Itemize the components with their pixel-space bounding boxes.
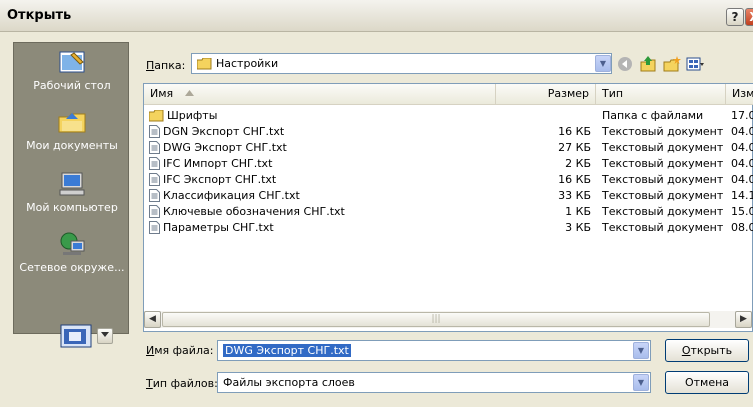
file-name-cell: Ключевые обозначения СНГ.txt [149,204,345,220]
filename-dropdown-button[interactable]: ▼ [633,342,649,359]
file-type-cell: Текстовый документ [602,141,724,154]
lookin-label: Папка: [146,59,186,72]
filename-label: Имя файла: [146,344,214,357]
file-type-cell: Папка с файлами [602,109,704,122]
place-network[interactable]: Сетевое окруже... [14,231,130,274]
text-file-icon [149,173,160,186]
file-size-cell: 3 КБ [565,221,591,234]
filetype-value: Файлы экспорта слоев [223,376,355,389]
text-file-icon [149,205,160,218]
lookin-value: Настройки [216,57,279,70]
column-header-date[interactable]: Изм [726,84,753,104]
file-name-cell: IFC Экспорт СНГ.txt [149,172,276,188]
new-folder-icon[interactable] [663,56,681,72]
file-size-cell: 16 КБ [558,173,591,186]
file-type-cell: Текстовый документ [602,221,724,234]
folder-shortcut-icon[interactable] [60,323,92,349]
folder-icon [149,110,164,122]
filename-value: DWG Экспорт СНГ.txt [223,344,351,357]
place-desktop[interactable]: Рабочий стол [14,49,130,92]
text-file-icon [149,141,160,154]
view-menu-icon[interactable] [686,56,704,72]
file-row[interactable]: DGN Экспорт СНГ.txt 16 КБ Текстовый докуме… [144,124,753,140]
desktop-icon [59,51,85,73]
file-size-cell: 2 КБ [565,157,591,170]
place-label: Мои документы [26,139,118,152]
filetype-dropdown-button[interactable]: ▼ [633,374,649,391]
file-row[interactable]: Классификация СНГ.txt 33 КБ Текстовый доку… [144,188,753,204]
file-date-cell: 04.0 [731,141,753,154]
place-label: Сетевое окруже... [19,261,125,274]
file-type-cell: Текстовый документ [602,173,724,186]
file-name-cell: Классификация СНГ.txt [149,188,300,204]
file-name-cell: Параметры СНГ.txt [149,220,274,236]
file-row[interactable]: Ключевые обозначения СНГ.txt 1 КБ Текстовы… [144,204,753,220]
text-file-icon [149,189,160,202]
file-date-cell: 17.0 [731,109,753,122]
folder-icon [197,58,212,70]
chevron-down-icon [101,332,109,337]
file-name-cell: DGN Экспорт СНГ.txt [149,124,284,140]
scroll-left-button[interactable]: ◀ [144,311,161,328]
file-size-cell: 33 КБ [558,189,591,202]
text-file-icon [149,221,160,234]
lookin-combo[interactable]: Настройки [191,53,612,74]
help-button[interactable]: ? [726,8,744,26]
horizontal-scrollbar[interactable]: ◀ ||| ▶ [144,311,752,328]
place-my-documents[interactable]: Мои документы [14,109,130,152]
file-name-cell: IFC Импорт СНГ.txt [149,156,272,172]
places-bar: Рабочий стол Мои документы Мой компьютер [13,42,130,348]
file-name-cell: Шрифты [149,108,217,124]
scroll-thumb[interactable]: ||| [162,312,710,327]
cancel-button[interactable]: Отмена [665,371,749,394]
file-row[interactable]: Шрифты Папка с файлами 17.0 [144,108,753,124]
lookin-dropdown-button[interactable]: ▼ [595,55,611,72]
file-date-cell: 08.0 [731,221,753,234]
file-type-cell: Текстовый документ [602,205,724,218]
up-folder-icon[interactable] [639,56,657,72]
my-computer-icon [59,172,85,196]
dialog-title: Открыть [7,8,72,23]
column-header-size[interactable]: Размер [496,84,596,104]
place-label: Мой компьютер [26,201,118,214]
file-list[interactable]: Имя Размер Тип Изм Шрифты Папка с файлами… [143,83,753,332]
file-date-cell: 04.0 [731,125,753,138]
open-button[interactable]: Открыть [665,339,749,362]
file-row[interactable]: IFC Экспорт СНГ.txt 16 КБ Текстовый докуме… [144,172,753,188]
back-icon[interactable] [616,56,634,72]
file-date-cell: 04.0 [731,157,753,170]
title-bar: Открыть ? X [0,0,753,32]
filetype-label: Тип файлов: [146,377,218,390]
column-header-name[interactable]: Имя [144,84,496,104]
file-date-cell: 14.1 [731,189,753,202]
network-icon [60,232,85,255]
text-file-icon [149,157,160,170]
close-button[interactable]: X [745,8,753,26]
file-type-cell: Текстовый документ [602,125,724,138]
place-my-computer[interactable]: Мой компьютер [14,171,130,214]
file-date-cell: 15.0 [731,205,753,218]
file-type-cell: Текстовый документ [602,157,724,170]
place-label: Рабочий стол [33,79,111,92]
file-size-cell: 16 КБ [558,125,591,138]
file-row[interactable]: DWG Экспорт СНГ.txt 27 КБ Текстовый докуме… [144,140,753,156]
filename-field[interactable]: DWG Экспорт СНГ.txt [217,340,651,361]
list-header: Имя Размер Тип Изм [144,84,753,105]
file-row[interactable]: IFC Импорт СНГ.txt 2 КБ Текстовый документ… [144,156,753,172]
open-dialog: Открыть ? X Рабочий стол Мои документы [0,0,753,407]
file-type-cell: Текстовый документ [602,189,724,202]
file-date-cell: 04.0 [731,173,753,186]
column-header-type[interactable]: Тип [596,84,726,104]
file-size-cell: 1 КБ [565,205,591,218]
text-file-icon [149,125,160,138]
file-row[interactable]: Параметры СНГ.txt 3 КБ Текстовый документ 0… [144,220,753,236]
sort-ascending-icon [184,90,194,96]
file-size-cell: 27 КБ [558,141,591,154]
filetype-select[interactable]: Файлы экспорта слоев [217,372,651,393]
scroll-right-button[interactable]: ▶ [735,311,752,328]
places-more-button[interactable] [97,328,113,344]
file-name-cell: DWG Экспорт СНГ.txt [149,140,287,156]
my-documents-icon [58,113,86,133]
